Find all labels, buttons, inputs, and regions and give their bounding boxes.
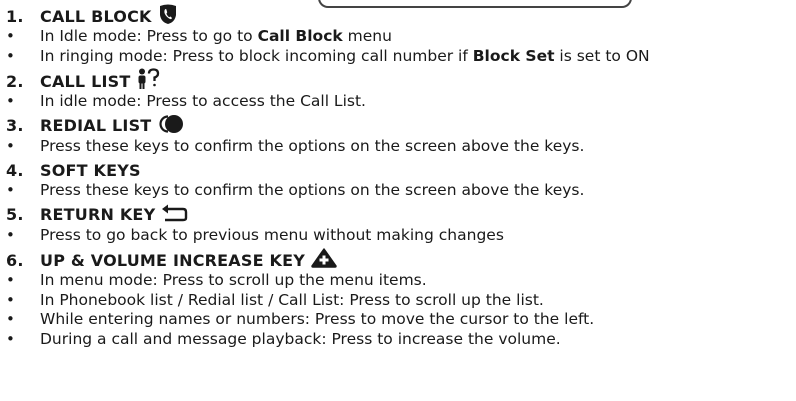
section-number: 1. [6,6,24,26]
list-item: • In idle mode: Press to access the Call… [6,92,792,112]
bullet-dot: • [6,136,15,155]
bullet-text: Press these keys to confirm the options … [40,136,585,155]
section-heading: 3. REDIAL LIST [6,114,792,138]
section-number: 3. [6,116,24,135]
section-number: 5. [6,205,24,224]
bullet-dot: • [6,310,15,328]
bullet-text: While entering names or numbers: Press t… [40,310,595,328]
bullet-text: In Phonebook list / Redial list / Call L… [40,290,544,309]
section-heading: 1. CALL BLOCK [6,4,792,29]
section-title: RETURN KEY [40,205,156,224]
section-title: CALL LIST [40,71,131,91]
person-question-icon [136,68,162,94]
section-number: 4. [6,160,24,180]
bullet-dot: • [6,46,15,65]
shield-phone-icon [158,4,178,29]
bullet-text: In idle mode: Press to access the Call L… [40,92,366,110]
list-item: • In Idle mode: Press to go to Call Bloc… [6,27,792,47]
section-title: CALL BLOCK [40,6,152,26]
list-item: • In ringing mode: Press to block incomi… [6,47,792,67]
bullet-text: During a call and message playback: Pres… [40,329,561,348]
up-volume-icon [311,248,337,272]
section-heading: 5. RETURN KEY [6,204,792,226]
section-number: 2. [6,71,24,91]
bullet-text: In ringing mode: Press to block incoming… [40,46,650,65]
section-call-list: 2. CALL LIST • In idle mode: Press to ac… [6,68,792,112]
section-heading: 6. UP & VOLUME INCREASE KEY [6,248,792,272]
bullet-dot: • [6,27,15,45]
list-item: • In Phonebook list / Redial list / Call… [6,291,792,311]
bullet-text: Press these keys to confirm the options … [40,181,585,199]
key-description-list: 1. CALL BLOCK • In Idle mode: Press to g… [6,4,792,350]
list-item: • Press these keys to confirm the option… [6,181,792,201]
section-title: REDIAL LIST [40,116,152,135]
redial-icon [157,114,185,138]
list-item: • Press these keys to confirm the option… [6,137,792,157]
bullet-dot: • [6,290,15,309]
list-item: • During a call and message playback: Pr… [6,330,792,350]
bullet-dot: • [6,92,15,110]
section-heading: 2. CALL LIST [6,68,792,94]
section-up-volume-key: 6. UP & VOLUME INCREASE KEY • In menu mo… [6,248,792,350]
bullet-dot: • [6,271,15,289]
bullet-dot: • [6,329,15,348]
section-return-key: 5. RETURN KEY • Press to go back to prev… [6,204,792,246]
return-arrow-icon [161,204,189,226]
bullet-dot: • [6,181,15,199]
list-item: • In menu mode: Press to scroll up the m… [6,271,792,291]
section-call-block: 1. CALL BLOCK • In Idle mode: Press to g… [6,4,792,67]
section-redial-list: 3. REDIAL LIST • Press these keys to con… [6,114,792,157]
bullet-text: In menu mode: Press to scroll up the men… [40,271,427,289]
bullet-text: In Idle mode: Press to go to Call Block … [40,27,392,45]
list-item: • While entering names or numbers: Press… [6,310,792,330]
section-heading: 4. SOFT KEYS [6,159,792,181]
section-soft-keys: 4. SOFT KEYS • Press these keys to confi… [6,159,792,201]
bullet-text: Press to go back to previous menu withou… [40,225,504,244]
section-number: 6. [6,250,24,270]
section-title: UP & VOLUME INCREASE KEY [40,250,306,270]
section-title: SOFT KEYS [40,160,141,180]
bullet-dot: • [6,225,15,244]
list-item: • Press to go back to previous menu with… [6,226,792,246]
